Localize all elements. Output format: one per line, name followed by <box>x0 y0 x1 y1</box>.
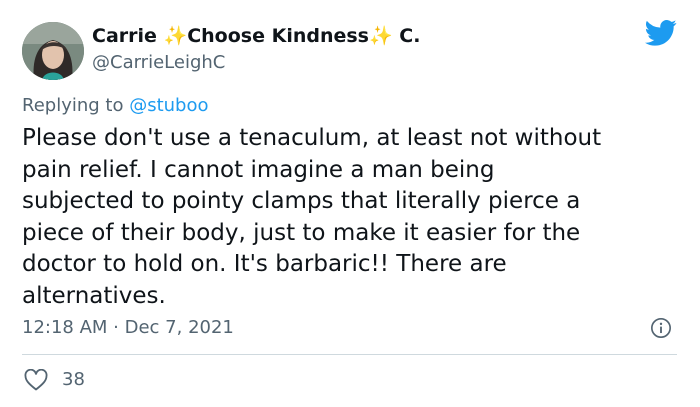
meta-separator: · <box>107 317 125 338</box>
like-count: 38 <box>62 369 85 390</box>
author-block: Carrie ✨Choose Kindness✨ C. @CarrieLeigh… <box>92 24 420 75</box>
tweet-time: 12:18 AM <box>22 317 108 338</box>
tweet-date: Dec 7, 2021 <box>124 317 234 338</box>
tweet-text: Please don't use a tenaculum, at least n… <box>22 123 682 312</box>
replying-to: Replying to @stuboo <box>22 94 209 118</box>
info-icon[interactable] <box>650 317 672 339</box>
tweet-text-line: Please don't use a tenaculum, at least n… <box>22 125 602 151</box>
sparkles-emoji: ✨ <box>368 25 393 47</box>
avatar-photo <box>22 22 84 80</box>
display-name-part: C. <box>392 25 421 47</box>
display-name-part: Choose Kindness <box>187 25 369 47</box>
tweet-text-line: pain relief. I cannot imagine a man bein… <box>22 156 495 183</box>
sparkles-emoji: ✨ <box>163 25 188 47</box>
tweet-text-line: subjected to pointy clamps that literall… <box>22 188 581 214</box>
tweet-text-line: alternatives. <box>22 282 166 309</box>
heart-icon[interactable] <box>24 369 48 391</box>
replying-prefix: Replying to <box>22 95 130 116</box>
divider <box>22 354 677 355</box>
display-name[interactable]: Carrie ✨Choose Kindness✨ C. <box>92 24 420 48</box>
tweet-text-line: piece of their body, just to make it eas… <box>22 219 581 246</box>
user-handle[interactable]: @CarrieLeighC <box>92 51 420 75</box>
twitter-bird-icon[interactable] <box>645 19 677 47</box>
tweet-card: Carrie ✨Choose Kindness✨ C. @CarrieLeigh… <box>0 0 700 407</box>
tweet-text-line: doctor to hold on. It's barbaric!! There… <box>22 251 507 277</box>
display-name-part: Carrie <box>92 25 164 47</box>
tweet-timestamp[interactable]: 12:18 AM · Dec 7, 2021 <box>22 316 234 340</box>
avatar[interactable] <box>22 22 84 80</box>
like-action[interactable]: 38 <box>24 368 85 392</box>
reply-mention-link[interactable]: @stuboo <box>129 95 208 116</box>
